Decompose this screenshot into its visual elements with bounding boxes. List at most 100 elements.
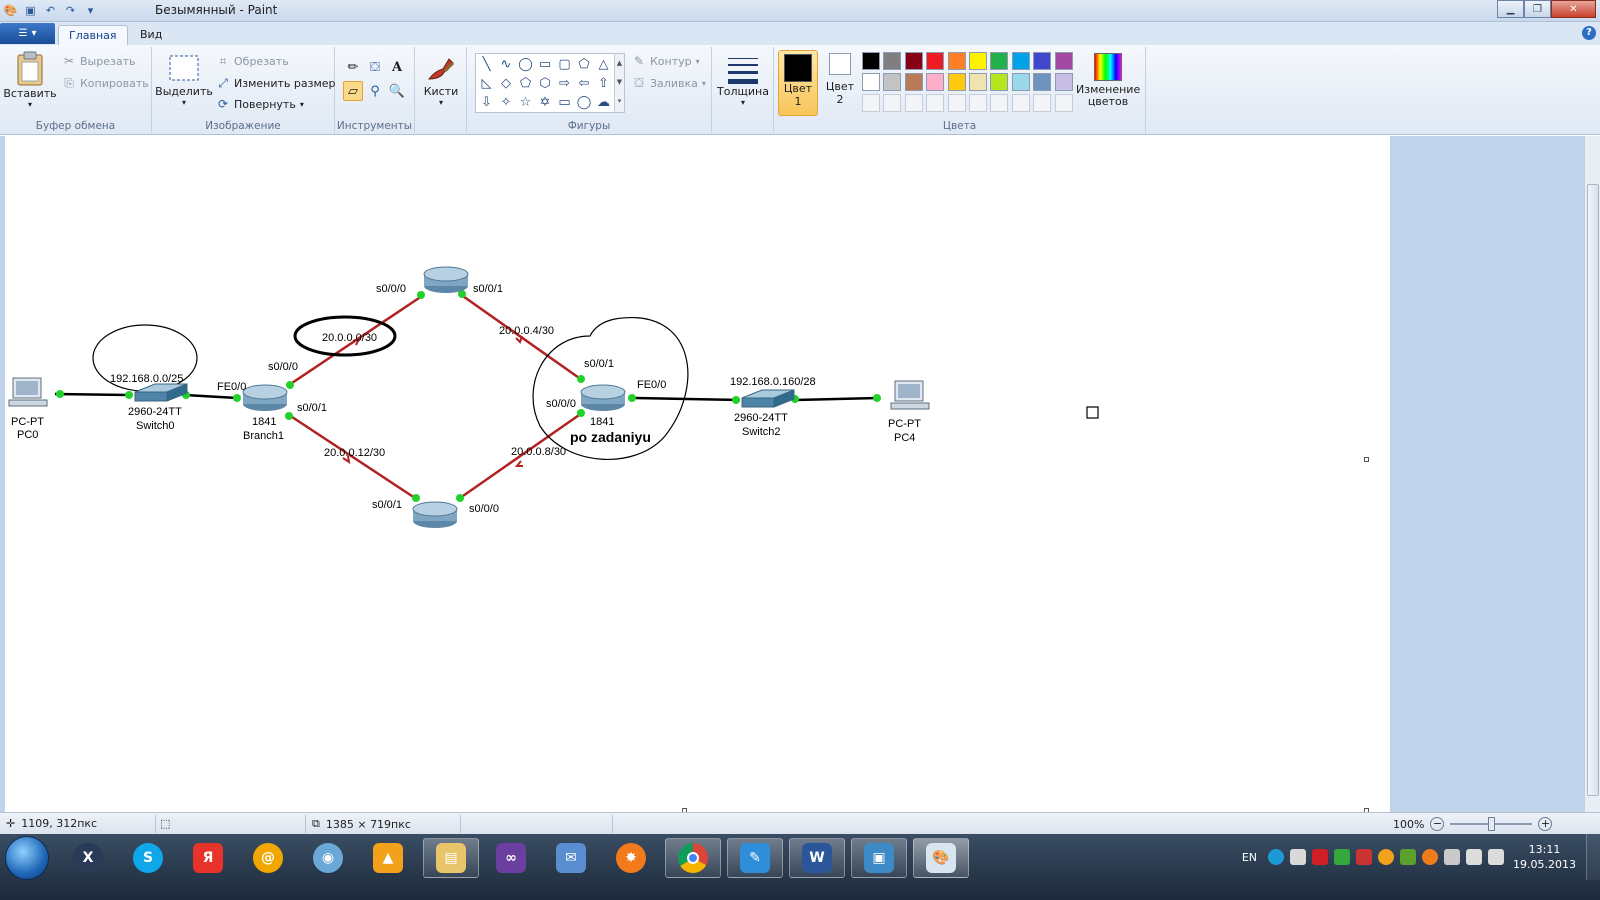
taskbar-app-avast[interactable]: ✸ bbox=[603, 838, 659, 878]
shape-arrow-right-icon[interactable]: ⇨ bbox=[555, 74, 574, 93]
drawing-canvas[interactable]: PC-PT PC0 192.168.0.0/25 2960-24TT Switc… bbox=[5, 136, 1390, 812]
taskbar-app-word[interactable]: W bbox=[789, 838, 845, 878]
color-picker-icon[interactable]: ⚲ bbox=[365, 81, 385, 101]
scrollbar-thumb[interactable] bbox=[1587, 184, 1599, 796]
palette-color-swatch[interactable] bbox=[969, 73, 987, 91]
network-tray-icon[interactable] bbox=[1290, 849, 1307, 865]
canvas-resize-handle-right[interactable] bbox=[1364, 457, 1369, 462]
shape-arrow-down-icon[interactable]: ⇩ bbox=[477, 93, 496, 112]
palette-color-swatch[interactable] bbox=[883, 52, 902, 70]
color1-button[interactable]: Цвет 1 bbox=[778, 50, 818, 116]
palette-color-swatch[interactable] bbox=[904, 73, 923, 91]
shapes-gallery-scroll[interactable]: ▲ ▼ ▾ bbox=[614, 54, 624, 112]
tab-home[interactable]: Главная bbox=[58, 25, 128, 45]
shape-callout-rect-icon[interactable]: ▭ bbox=[555, 93, 574, 112]
speaker-muted-tray-icon[interactable] bbox=[1444, 849, 1461, 865]
undo-icon[interactable]: ↶ bbox=[42, 2, 59, 19]
taskbar-app-yandex[interactable]: Я bbox=[180, 838, 236, 878]
shape-polygon-icon[interactable]: ⬠ bbox=[575, 55, 594, 74]
taskbar-app-x[interactable]: X bbox=[60, 838, 116, 878]
palette-empty-swatch[interactable] bbox=[926, 94, 945, 112]
close-button[interactable]: ✕ bbox=[1551, 0, 1596, 18]
maximize-button[interactable]: ❐ bbox=[1524, 0, 1551, 18]
fill-bucket-icon[interactable]: ⛋ bbox=[365, 57, 385, 77]
taskbar-app-sketch[interactable]: ✎ bbox=[727, 838, 783, 878]
palette-color-swatch[interactable] bbox=[1011, 52, 1030, 70]
palette-empty-swatch[interactable] bbox=[990, 94, 1009, 112]
shape-triangle-icon[interactable]: △ bbox=[594, 55, 613, 74]
copy-button[interactable]: ⎘ Копировать bbox=[62, 76, 149, 90]
shape-pentagon-icon[interactable]: ⬠ bbox=[516, 74, 535, 93]
brushes-button[interactable]: Кисти ▾ bbox=[419, 53, 463, 107]
shape-star4-icon[interactable]: ✧ bbox=[497, 93, 516, 112]
shape-diamond-icon[interactable]: ◇ bbox=[497, 74, 516, 93]
shape-arrow-left-icon[interactable]: ⇦ bbox=[575, 74, 594, 93]
crop-button[interactable]: ⌗ Обрезать bbox=[216, 54, 289, 68]
palette-color-swatch[interactable] bbox=[990, 52, 1009, 70]
rotate-button[interactable]: ⟳ Повернуть ▾ bbox=[216, 97, 304, 111]
display-tray-icon[interactable] bbox=[1466, 849, 1483, 865]
shape-callout-oval-icon[interactable]: ◯ bbox=[575, 93, 594, 112]
palette-empty-swatch[interactable] bbox=[883, 94, 902, 112]
taskbar-app-aimp[interactable]: ▲ bbox=[360, 838, 416, 878]
help-icon[interactable]: ? bbox=[1582, 26, 1596, 40]
volume-tray-icon[interactable] bbox=[1488, 849, 1505, 865]
error-tray-icon[interactable] bbox=[1356, 849, 1373, 865]
palette-color-swatch[interactable] bbox=[926, 73, 945, 91]
palette-empty-swatch[interactable] bbox=[862, 94, 880, 112]
palette-color-swatch[interactable] bbox=[1033, 52, 1052, 70]
palette-color-swatch[interactable] bbox=[862, 52, 880, 70]
taskbar-app-visual-studio[interactable]: ∞ bbox=[483, 838, 539, 878]
paste-button[interactable]: Вставить ▾ bbox=[3, 51, 57, 109]
show-desktop-button[interactable] bbox=[1586, 834, 1600, 880]
zoom-in-icon[interactable]: + bbox=[1538, 817, 1553, 831]
sun-tray-icon[interactable] bbox=[1378, 849, 1395, 865]
avast-tray-icon[interactable] bbox=[1422, 849, 1439, 865]
clock[interactable]: 13:11 19.05.2013 bbox=[1513, 842, 1576, 872]
thickness-button[interactable]: Толщина ▾ bbox=[716, 55, 770, 107]
zoom-out-icon[interactable]: − bbox=[1430, 817, 1445, 831]
palette-color-swatch[interactable] bbox=[990, 73, 1009, 91]
palette-color-swatch[interactable] bbox=[1011, 73, 1030, 91]
paint-menu-button[interactable]: ☰ ▾ bbox=[0, 23, 55, 44]
shape-right-triangle-icon[interactable]: ◺ bbox=[477, 74, 496, 93]
outline-button[interactable]: ✎ Контур ▾ bbox=[632, 54, 700, 68]
palette-color-swatch[interactable] bbox=[926, 52, 945, 70]
select-button[interactable]: Выделить ▾ bbox=[155, 51, 213, 107]
fill-button[interactable]: ⛋ Заливка ▾ bbox=[632, 76, 705, 90]
taskbar-app-mail-agent[interactable]: @ bbox=[240, 838, 296, 878]
shape-star6-icon[interactable]: ✡ bbox=[536, 93, 555, 112]
download-tray-icon[interactable] bbox=[1334, 849, 1351, 865]
vertical-scrollbar[interactable] bbox=[1584, 136, 1600, 812]
shape-line-icon[interactable]: ╲ bbox=[477, 55, 496, 74]
palette-color-swatch[interactable] bbox=[947, 73, 966, 91]
tab-view[interactable]: Вид bbox=[130, 25, 172, 45]
palette-color-swatch[interactable] bbox=[883, 73, 902, 91]
resize-button[interactable]: ⤢ Изменить размер bbox=[216, 76, 335, 90]
palette-color-swatch[interactable] bbox=[1054, 73, 1073, 91]
palette-empty-swatch[interactable] bbox=[1054, 94, 1073, 112]
palette-color-swatch[interactable] bbox=[904, 52, 923, 70]
shape-curve-icon[interactable]: ∿ bbox=[497, 55, 516, 74]
language-indicator[interactable]: EN bbox=[1242, 851, 1257, 864]
paint-app-icon[interactable]: 🎨 bbox=[2, 2, 19, 19]
edit-colors-button[interactable]: Изменение цветов bbox=[1076, 53, 1140, 108]
taskbar-app-webcam[interactable]: ◉ bbox=[300, 838, 356, 878]
palette-color-swatch[interactable] bbox=[862, 73, 880, 91]
taskbar-app-photo-viewer[interactable]: ▣ bbox=[851, 838, 907, 878]
shape-arrow-up-icon[interactable]: ⇧ bbox=[594, 74, 613, 93]
zona-tray-icon[interactable] bbox=[1268, 849, 1285, 865]
palette-color-swatch[interactable] bbox=[969, 52, 987, 70]
pencil-icon[interactable]: ✏ bbox=[343, 57, 363, 77]
shape-hexagon-icon[interactable]: ⬡ bbox=[536, 74, 555, 93]
nvidia-tray-icon[interactable] bbox=[1400, 849, 1417, 865]
shape-star5-icon[interactable]: ☆ bbox=[516, 93, 535, 112]
palette-empty-swatch[interactable] bbox=[969, 94, 987, 112]
palette-empty-swatch[interactable] bbox=[1011, 94, 1030, 112]
palette-empty-swatch[interactable] bbox=[1033, 94, 1052, 112]
shape-oval-icon[interactable]: ◯ bbox=[516, 55, 535, 74]
acrobat-tray-icon[interactable] bbox=[1312, 849, 1329, 865]
palette-color-swatch[interactable] bbox=[947, 52, 966, 70]
palette-color-swatch[interactable] bbox=[1054, 52, 1073, 70]
shape-rounded-rectangle-icon[interactable]: ▢ bbox=[555, 55, 574, 74]
